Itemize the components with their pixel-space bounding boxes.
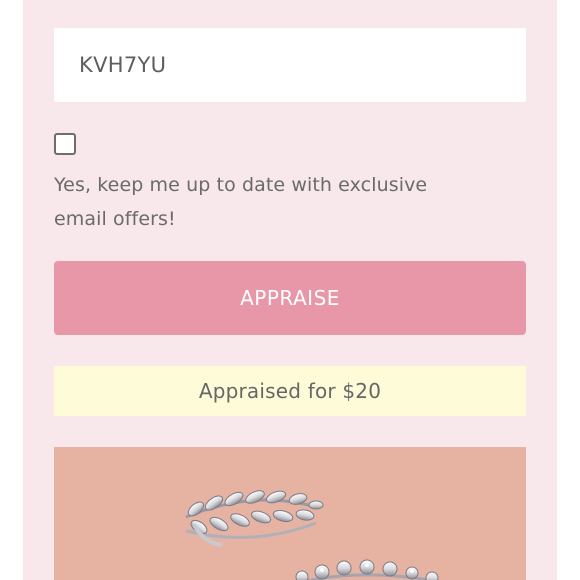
product-image [54, 447, 526, 580]
email-offers-label: Yes, keep me up to date with exclusive e… [54, 174, 428, 230]
silver-leaf-rings-illustration [185, 490, 439, 580]
email-offers-checkbox[interactable] [54, 133, 76, 155]
appraise-button[interactable]: APPRAISE [54, 261, 526, 335]
appraisal-panel: Yes, keep me up to date with exclusive e… [23, 0, 557, 580]
code-input[interactable] [54, 28, 526, 102]
appraisal-result: Appraised for $20 [54, 366, 526, 416]
